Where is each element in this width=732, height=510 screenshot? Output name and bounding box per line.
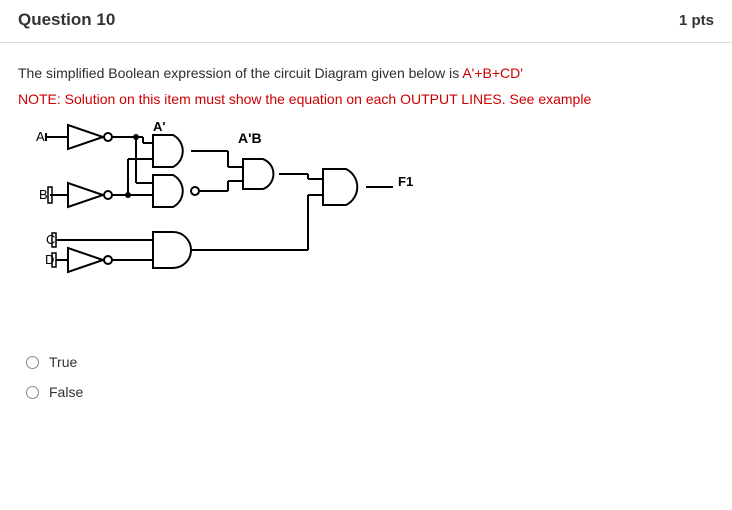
radio-false[interactable] bbox=[26, 386, 39, 399]
stem-expression: A'+B+CD' bbox=[462, 65, 523, 81]
aprime-label: A' bbox=[153, 119, 165, 134]
option-true[interactable]: True bbox=[18, 354, 714, 370]
output-label: F1 bbox=[398, 174, 413, 189]
stem-text: The simplified Boolean expression of the… bbox=[18, 65, 462, 81]
question-stem: The simplified Boolean expression of the… bbox=[18, 65, 714, 81]
question-header: Question 10 1 pts bbox=[0, 0, 732, 43]
option-true-label: True bbox=[49, 354, 77, 370]
question-body: The simplified Boolean expression of the… bbox=[0, 43, 732, 424]
question-title: Question 10 bbox=[18, 10, 115, 30]
circuit-svg: A A' B A'B bbox=[18, 119, 438, 319]
radio-true[interactable] bbox=[26, 356, 39, 369]
input-a-label: A bbox=[36, 129, 45, 144]
option-false[interactable]: False bbox=[18, 384, 714, 400]
aprimeb-label: A'B bbox=[238, 130, 262, 146]
input-c-label: C bbox=[46, 232, 55, 247]
question-points: 1 pts bbox=[679, 12, 714, 29]
question-note: NOTE: Solution on this item must show th… bbox=[18, 91, 714, 107]
input-b-label: B bbox=[39, 187, 48, 202]
option-false-label: False bbox=[49, 384, 83, 400]
input-d-label: D bbox=[45, 252, 54, 267]
circuit-diagram: A A' B A'B bbox=[18, 119, 714, 324]
answer-options: True False bbox=[18, 354, 714, 400]
